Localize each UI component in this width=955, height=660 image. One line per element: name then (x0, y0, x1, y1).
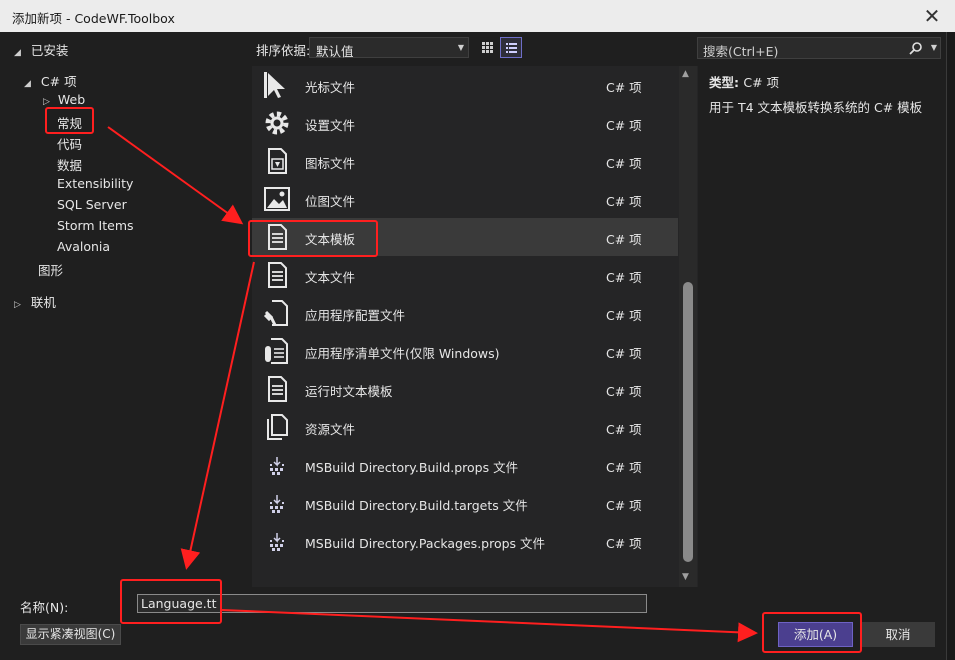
arrow-to-add (221, 609, 758, 643)
arrow-to-template (107, 126, 244, 225)
arrow-to-name (180, 261, 255, 570)
annotation-arrows (107, 126, 758, 643)
